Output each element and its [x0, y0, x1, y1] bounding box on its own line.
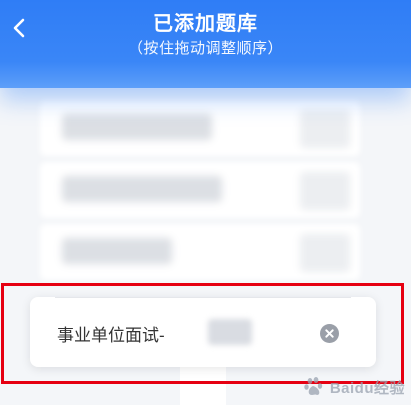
blurred-item-action: [300, 234, 350, 272]
header-bar: 已添加题库 （按住拖动调整顺序）: [0, 0, 411, 88]
item-divider: [55, 297, 351, 298]
watermark-text: Baidu经验: [329, 379, 405, 397]
blurred-item-action: [300, 110, 350, 148]
blurred-item-text: [62, 238, 172, 264]
dragged-list-item[interactable]: 事业单位面试-: [30, 297, 376, 367]
list-item[interactable]: [40, 162, 360, 218]
list-item[interactable]: [40, 224, 360, 280]
page-subtitle: （按住拖动调整顺序）: [127, 40, 283, 57]
blurred-item-action: [300, 172, 350, 210]
page-title: 已添加题库: [153, 13, 258, 35]
question-bank-list: [0, 88, 411, 288]
blurred-item-text: [62, 114, 212, 140]
paw-icon: [304, 377, 323, 395]
blurred-item-text: [62, 176, 222, 202]
close-circle-icon[interactable]: [320, 324, 339, 343]
item-label: 事业单位面试-: [57, 326, 165, 345]
list-item[interactable]: [40, 100, 360, 156]
screen: 已添加题库 （按住拖动调整顺序） 事业单位面试- Baidu经验: [0, 0, 411, 405]
watermark: Baidu经验: [303, 375, 405, 399]
blurred-item-name: [208, 319, 252, 345]
